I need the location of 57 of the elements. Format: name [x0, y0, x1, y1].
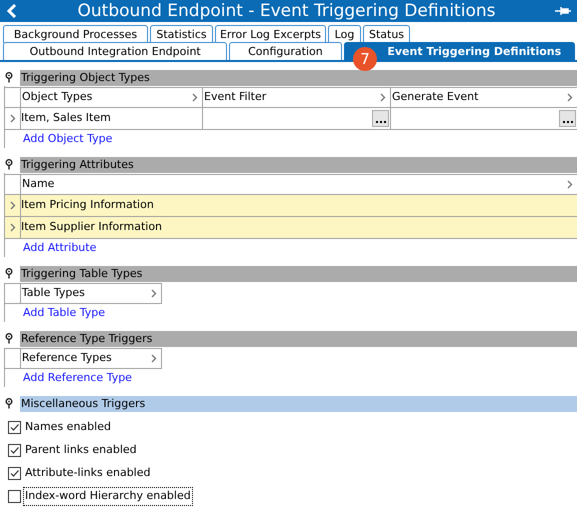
checkbox[interactable] [8, 444, 21, 457]
chevron-icon [151, 354, 157, 363]
column-header-label: Reference Types [22, 350, 112, 366]
table-cell-text: Item Supplier Information [21, 219, 162, 236]
tab[interactable]: Statistics [150, 25, 213, 43]
ellipsis-button[interactable] [372, 110, 389, 127]
section-header[interactable]: Reference Type Triggers [20, 330, 577, 346]
column-header[interactable]: Generate Event [391, 88, 577, 107]
tab[interactable]: Log [328, 25, 361, 43]
add-link[interactable]: Add Object Type [23, 130, 112, 148]
section-header[interactable]: Miscellaneous Triggers [20, 396, 577, 412]
column-header-label: Object Types [22, 89, 92, 106]
column-header[interactable]: Name [21, 175, 577, 194]
chevron-icon [380, 93, 386, 102]
chevron-icon [10, 223, 16, 232]
checkbox[interactable] [8, 490, 21, 503]
pin-icon [5, 268, 13, 279]
column-header-label: Generate Event [392, 89, 478, 106]
column-header-label: Event Filter [204, 89, 266, 106]
tab[interactable]: Background Processes [3, 25, 148, 43]
ellipsis-button[interactable] [559, 110, 576, 127]
pin-icon [5, 72, 13, 83]
column-header-label: Name [22, 176, 54, 192]
table-cell-text: Item, Sales Item [21, 110, 111, 126]
checkbox-label: Parent links enabled [24, 442, 138, 458]
tab[interactable]: Error Log Excerpts [215, 25, 326, 43]
section-header[interactable]: Triggering Object Types [20, 70, 577, 86]
table-cell-text: Item Pricing Information [21, 197, 154, 214]
column-header-label: Table Types [22, 285, 85, 302]
chevron-icon [151, 289, 157, 298]
pin-icon [5, 398, 13, 409]
pin-icon [5, 333, 13, 344]
column-header[interactable]: Object Types [21, 88, 203, 107]
window-title: Outbound Endpoint - Event Triggering Definitions [76, 0, 496, 22]
add-link[interactable]: Add Attribute [23, 240, 96, 256]
add-link[interactable]: Add Table Type [23, 304, 106, 322]
tab[interactable]: Outbound Integration Endpoint [3, 42, 228, 60]
tab[interactable]: Status [363, 25, 410, 43]
chevron-icon [10, 201, 16, 210]
chevron-icon [567, 93, 573, 102]
add-link[interactable]: Add Reference Type [23, 370, 132, 386]
table-row[interactable]: Item Supplier Information [5, 217, 577, 239]
checkbox-label: Names enabled [24, 419, 112, 436]
table-row[interactable]: Item, Sales Item [5, 108, 577, 130]
pin-icon [5, 159, 13, 170]
chevron-icon [567, 180, 573, 189]
checkbox-label: Attribute-links enabled [24, 465, 152, 482]
checkbox[interactable] [8, 421, 21, 434]
section-header[interactable]: Triggering Table Types [20, 266, 577, 282]
chevron-icon [192, 93, 198, 102]
section-header[interactable]: Triggering Attributes [20, 156, 577, 172]
column-header[interactable]: Event Filter [203, 88, 391, 107]
table-row[interactable]: Item Pricing Information [5, 195, 577, 217]
tab[interactable]: Configuration [229, 42, 342, 60]
checkbox-label: Index-word Hierarchy enabled [24, 488, 192, 505]
checkbox[interactable] [8, 467, 21, 480]
chevron-icon [10, 114, 16, 123]
